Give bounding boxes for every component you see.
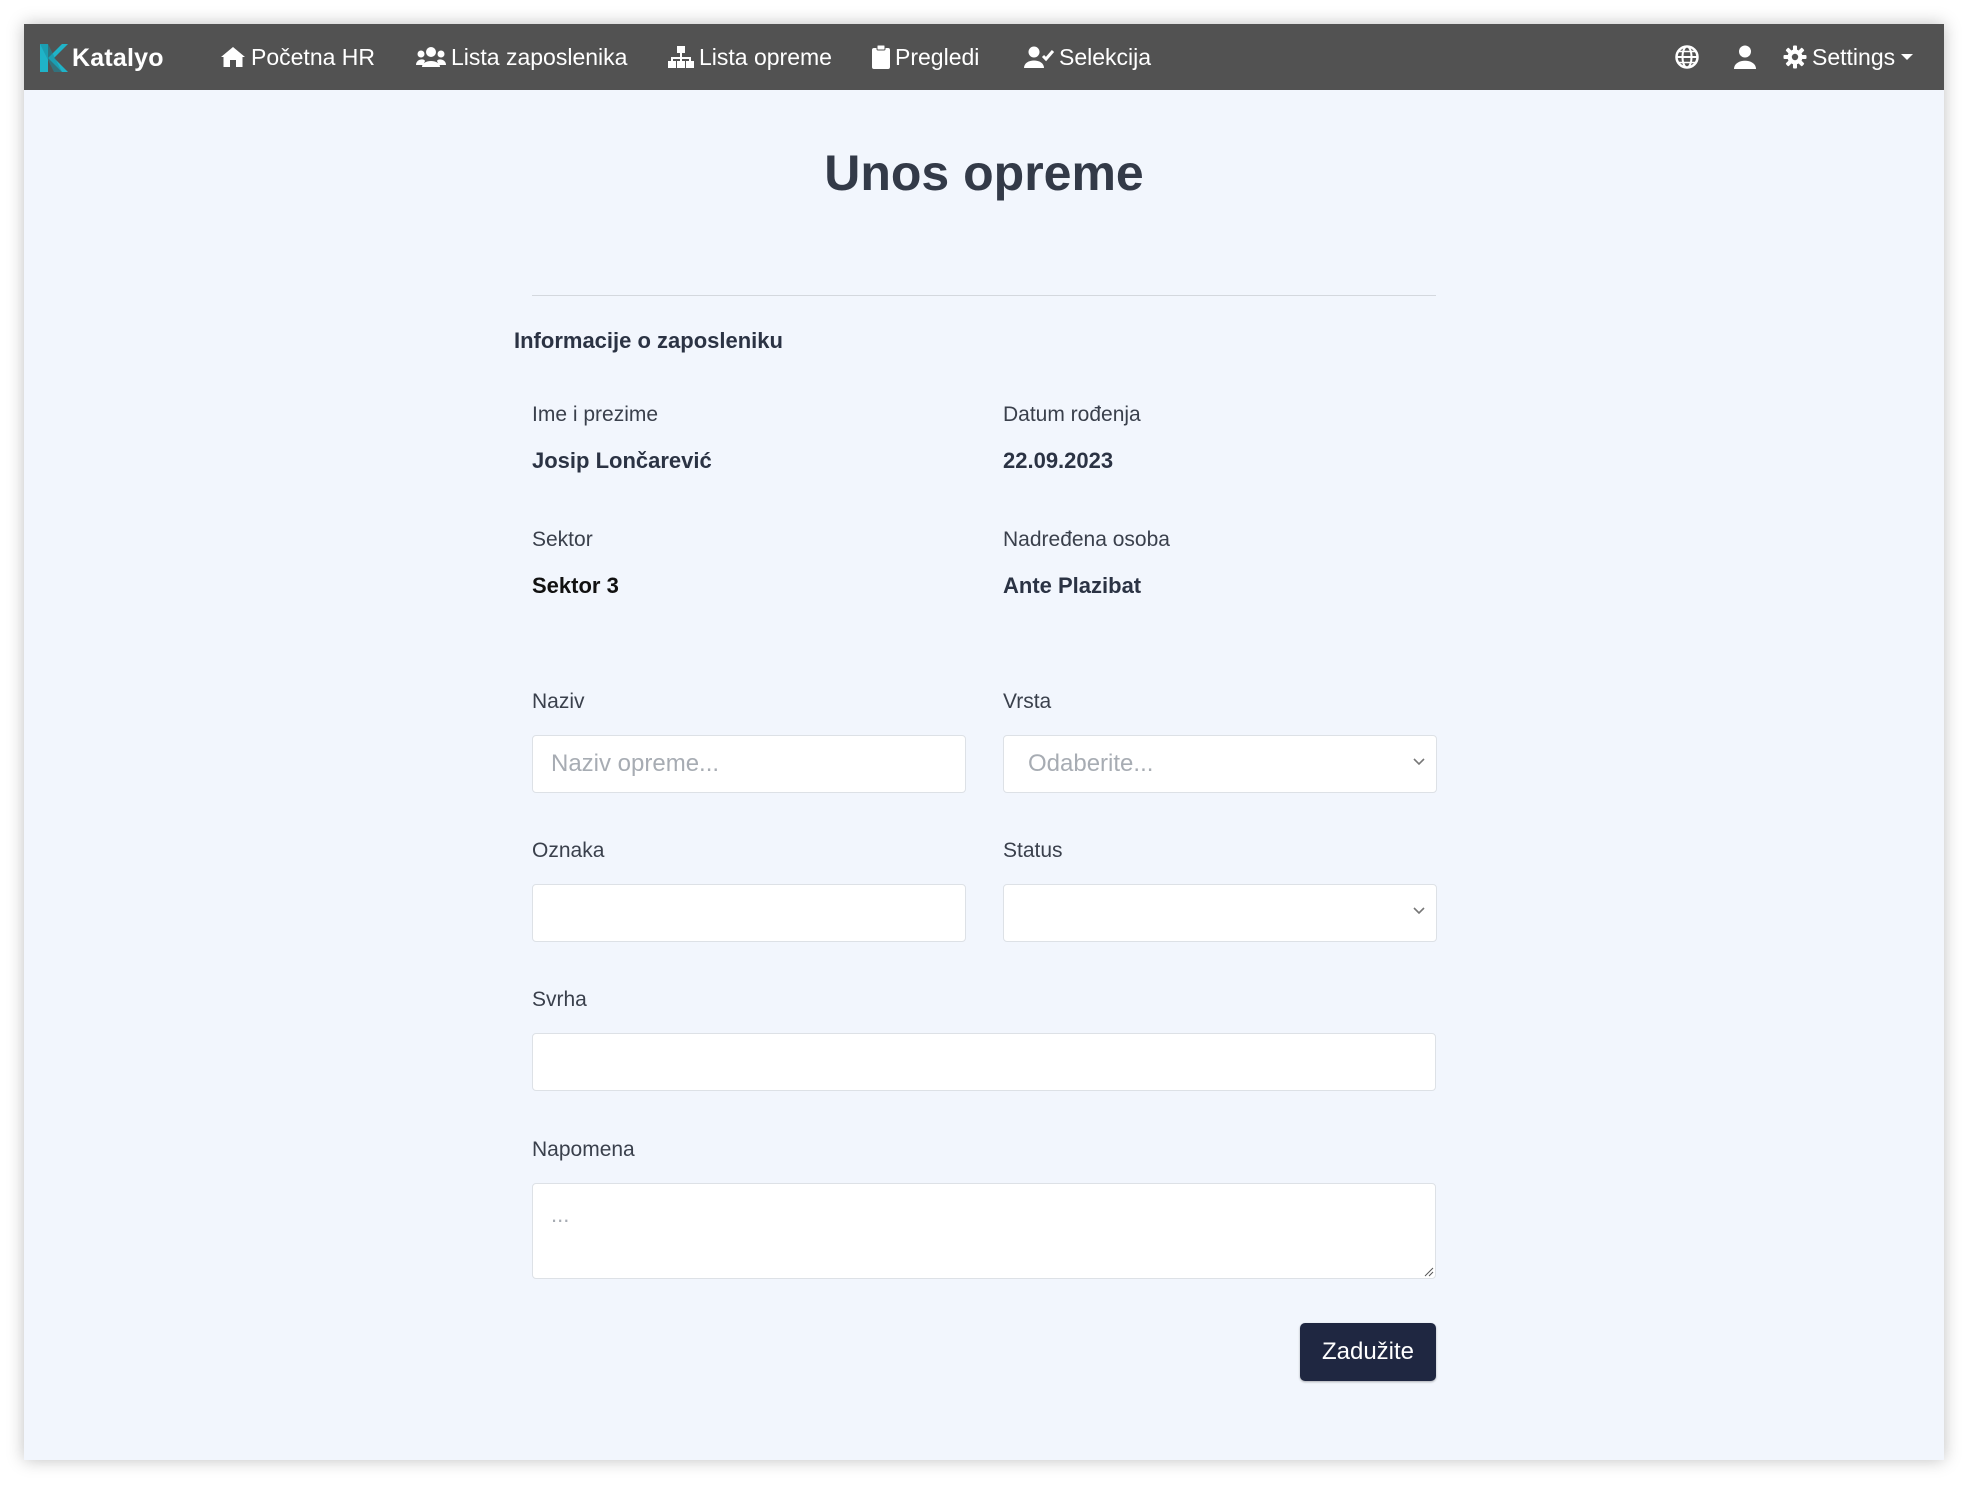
name-value: Josip Lončarević [532,448,712,473]
sector-value: Sektor 3 [532,573,619,598]
vrsta-placeholder: Odaberite... [1028,750,1154,777]
nav-label: Lista zaposlenika [451,43,628,70]
svrha-input[interactable] [532,1033,1436,1091]
app-window: Katalyo Početna HR Lista zaposlenika Lis… [24,24,1944,1460]
users-icon [416,47,446,67]
dob-label: Datum rođenja [1003,403,1141,426]
nav-label: Lista opreme [699,43,832,70]
napomena-label: Napomena [532,1138,635,1161]
section-divider [532,295,1436,296]
gear-icon [1783,45,1807,69]
svrha-label: Svrha [532,988,587,1011]
settings-dropdown[interactable]: Settings [1783,24,1914,90]
naziv-input[interactable] [532,735,966,793]
chevron-down-icon [1413,907,1425,915]
caret-down-icon [1901,54,1914,60]
nav-label: Selekcija [1059,43,1152,70]
naziv-label: Naziv [532,690,585,713]
language-button[interactable] [1675,24,1699,90]
resize-handle-icon[interactable] [1424,1267,1434,1277]
vrsta-label: Vrsta [1003,690,1052,713]
brand-logo[interactable]: Katalyo [38,38,164,78]
brand-name: Katalyo [72,43,164,72]
user-icon [1734,45,1756,69]
oznaka-input[interactable] [532,884,966,942]
home-icon [221,47,245,67]
nav-pregledi[interactable]: Pregledi [872,24,979,90]
employee-info-heading: Informacije o zaposleniku [514,328,783,353]
status-label: Status [1003,839,1063,862]
user-check-icon [1024,46,1054,68]
chevron-down-icon [1413,758,1425,766]
clipboard-icon [872,45,890,69]
nav-pocetna-hr[interactable]: Početna HR [220,24,375,90]
sector-label: Sektor [532,528,593,551]
settings-label: Settings [1812,43,1896,70]
dob-value: 22.09.2023 [1003,448,1114,473]
supervisor-value: Ante Plazibat [1003,573,1142,598]
page-title: Unos opreme [824,145,1144,201]
nav-lista-zaposlenika[interactable]: Lista zaposlenika [416,24,627,90]
globe-icon [1675,45,1699,69]
name-label: Ime i prezime [532,403,659,426]
status-select[interactable] [1003,884,1437,942]
user-menu-button[interactable] [1734,24,1756,90]
zaduzite-button[interactable]: Zadužite [1300,1323,1436,1381]
katalyo-logo-icon [40,44,68,72]
sitemap-icon [668,46,694,68]
nav-label: Početna HR [251,43,376,70]
oznaka-label: Oznaka [532,839,605,862]
top-navbar: Katalyo Početna HR Lista zaposlenika Lis… [24,24,1944,90]
nav-label: Pregledi [895,43,980,70]
napomena-textarea[interactable] [532,1183,1436,1279]
vrsta-select[interactable]: Odaberite... [1003,735,1437,793]
nav-selekcija[interactable]: Selekcija [1024,24,1151,90]
nav-lista-opreme[interactable]: Lista opreme [668,24,832,90]
supervisor-label: Nadređena osoba [1003,528,1170,551]
